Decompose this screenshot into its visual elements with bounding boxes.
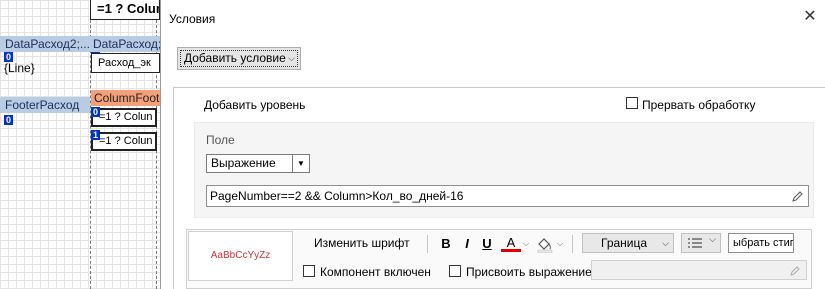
dropdown-arrow-icon[interactable]: ▼ [292, 155, 309, 172]
list-icon [688, 238, 702, 248]
assign-expression-input[interactable] [591, 260, 807, 280]
report-cell[interactable]: =1 ? Colun [91, 132, 157, 151]
data-band-right[interactable]: DataРасход; [90, 36, 160, 52]
chevron-down-icon[interactable]: ⌵ [555, 235, 565, 253]
change-font-button[interactable]: Изменить шрифт [314, 235, 410, 251]
field-panel: Поле Выражение ▼ PageNumber==2 && Column… [194, 122, 814, 218]
fill-color-icon[interactable] [535, 235, 555, 253]
condition-panel: Добавить уровень Прервать обработку Поле… [173, 87, 825, 289]
report-designer-canvas[interactable]: =1 ? Colum DataРасход2;... DataРасход; 0… [0, 0, 165, 289]
break-processing-checkbox[interactable] [626, 97, 638, 109]
chevron-down-icon: ⌵ [288, 53, 295, 63]
dialog-title: Условия [169, 12, 216, 26]
style-panel: AaBbCcYyZz Изменить шрифт B I U A ⌵ ⌵ Гр… [186, 229, 812, 289]
column-footer-band[interactable]: ColumnFoote [91, 90, 160, 106]
report-cell[interactable]: =1 ? Colun [91, 108, 157, 127]
component-enabled-label: Компонент включен [320, 265, 431, 279]
add-condition-button[interactable]: Добавить условие ⌵ [177, 47, 301, 70]
toolbar-separator [427, 235, 428, 253]
field-type-select[interactable]: Выражение ▼ [206, 154, 310, 173]
chevron-down-icon: ⌵ [662, 238, 669, 248]
line-field[interactable]: {Line} [4, 60, 84, 76]
band-index-badge: 0 [4, 115, 13, 125]
footer-band[interactable]: FooterРасход [0, 97, 90, 113]
expression-text: PageNumber==2 && Column>Кол_во_дней-16 [210, 189, 464, 203]
cell-index-badge: 1 [91, 130, 100, 140]
style-select[interactable]: ыбрать стиг [728, 233, 794, 253]
chevron-down-icon[interactable]: ⌵ [521, 235, 531, 253]
cell-index-badge: 0 [91, 107, 100, 117]
assign-expression-checkbox[interactable] [449, 265, 461, 277]
toolbar-separator [572, 235, 573, 253]
field-type-value: Выражение [211, 156, 276, 170]
screen: =1 ? Colum DataРасход2;... DataРасход; 0… [0, 0, 825, 289]
italic-button[interactable]: I [460, 235, 474, 253]
border-select-label: Граница [601, 236, 648, 250]
font-color-icon[interactable]: A [501, 235, 521, 252]
border-select[interactable]: Граница ⌵ [582, 233, 674, 253]
expression-input[interactable]: PageNumber==2 && Column>Кол_во_дней-16 [206, 185, 809, 207]
add-condition-label: Добавить условие [184, 51, 286, 65]
list-format-button[interactable]: ⌵ [681, 233, 721, 253]
close-icon[interactable]: ✕ [801, 8, 819, 26]
assign-expression-label: Присвоить выражение [466, 265, 592, 279]
underline-button[interactable]: U [480, 235, 494, 253]
edit-pencil-icon[interactable] [789, 264, 801, 276]
break-processing-label: Прервать обработку [642, 98, 756, 112]
bold-button[interactable]: B [439, 235, 453, 253]
component-enabled-checkbox[interactable] [303, 265, 315, 277]
style-sample-preview: AaBbCcYyZz [188, 231, 293, 281]
chevron-down-icon: ⌵ [709, 234, 716, 244]
add-level-button[interactable]: Добавить уровень [204, 98, 305, 112]
report-cell[interactable]: =1 ? Colum [90, 0, 160, 20]
field-title: Поле [206, 133, 235, 147]
conditions-dialog: Условия ✕ Добавить условие ⌵ Добавить ур… [160, 0, 825, 289]
edit-pencil-icon[interactable] [791, 189, 803, 203]
data-band-left[interactable]: DataРасход2;... [0, 36, 90, 52]
report-cell[interactable]: Расход_эк [91, 53, 160, 73]
